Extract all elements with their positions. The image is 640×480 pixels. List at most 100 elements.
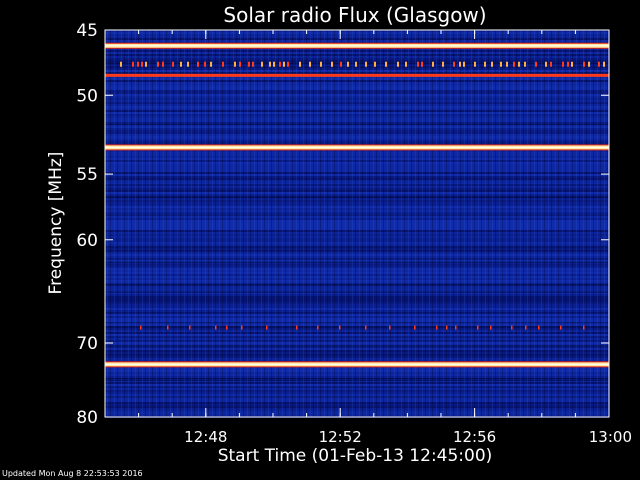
spike [317, 325, 319, 330]
spike [197, 61, 199, 67]
spike [442, 61, 444, 67]
spike [172, 61, 174, 67]
spike [490, 325, 492, 330]
spectrogram-texture [105, 30, 609, 417]
y-tick-label: 45 [76, 21, 98, 41]
spike [234, 61, 236, 67]
spike [397, 61, 399, 67]
band-center [105, 45, 609, 47]
spike [588, 61, 590, 67]
spike [339, 325, 341, 330]
spike [567, 61, 569, 67]
chart-title: Solar radio Flux (Glasgow) [223, 3, 486, 27]
spike [598, 61, 600, 67]
spike [385, 61, 387, 67]
spike [414, 325, 416, 330]
spike [157, 61, 159, 67]
y-tick-label: 55 [76, 165, 98, 185]
spike [453, 61, 455, 67]
spike [583, 61, 585, 67]
spike [446, 325, 448, 330]
spike [140, 325, 142, 330]
spike [603, 61, 605, 67]
spike [545, 61, 547, 67]
spike [347, 61, 349, 67]
y-axis-label: Frequency [MHz] [46, 152, 66, 295]
spike [299, 61, 301, 67]
x-tick-label: 12:48 [184, 428, 227, 446]
spike [248, 61, 250, 67]
spike [269, 61, 271, 67]
spike [474, 61, 476, 67]
spike [283, 61, 285, 67]
spike [215, 325, 217, 330]
spike [296, 325, 298, 330]
spike [187, 61, 189, 67]
x-tick-label: 12:52 [319, 428, 362, 446]
spike [432, 61, 434, 67]
x-axis-label: Start Time (01-Feb-13 12:45:00) [218, 446, 493, 466]
spike [137, 61, 139, 67]
spike [417, 61, 419, 67]
spike [226, 325, 228, 330]
y-tick-label: 50 [76, 86, 98, 106]
spike [320, 61, 322, 67]
spectrogram-figure: Solar radio Flux (Glasgow) 455055607080 … [46, 3, 632, 466]
x-tick-label: 13:00 [589, 428, 632, 446]
spike [132, 61, 134, 67]
spike [459, 61, 461, 67]
spike [204, 61, 206, 67]
x-tick-label: 12:56 [453, 428, 496, 446]
spike [560, 325, 562, 330]
spike [120, 61, 122, 67]
spike [583, 325, 585, 330]
spike [241, 325, 243, 330]
spike [287, 61, 289, 67]
spike [389, 325, 391, 330]
spike [141, 61, 143, 67]
spike [340, 61, 342, 67]
spike [162, 61, 164, 67]
spike [374, 61, 376, 67]
spike [506, 61, 508, 67]
spike [500, 61, 502, 67]
spike [421, 61, 423, 67]
updated-timestamp: Updated Mon Aug 8 22:53:53 2016 [2, 469, 143, 478]
spike [180, 61, 182, 67]
band-center [105, 363, 609, 365]
y-tick-label: 60 [76, 231, 98, 251]
spike [309, 61, 311, 67]
spike [535, 61, 537, 67]
spike [525, 325, 527, 330]
spike [331, 61, 333, 67]
spike [405, 61, 407, 67]
spike [484, 61, 486, 67]
spike [273, 61, 275, 67]
red-band [105, 73, 609, 77]
spike [562, 61, 564, 67]
spike [571, 61, 573, 67]
spike [524, 61, 526, 67]
spike [436, 325, 438, 330]
spike [491, 61, 493, 67]
band-center [105, 146, 609, 148]
spike [518, 61, 520, 67]
spike [279, 61, 281, 67]
spike [463, 61, 465, 67]
spike [210, 61, 212, 67]
spike [513, 61, 515, 67]
spike [365, 325, 367, 330]
y-tick-label: 80 [76, 408, 98, 428]
y-tick-label: 70 [76, 334, 98, 354]
spike [239, 61, 241, 67]
spike [538, 325, 540, 330]
spike [167, 325, 169, 330]
spike [252, 61, 254, 67]
spike [365, 61, 367, 67]
spike [477, 325, 479, 330]
spike [511, 325, 513, 330]
spike [222, 61, 224, 67]
spike [266, 325, 268, 330]
spike [550, 61, 552, 67]
spike [261, 61, 263, 67]
